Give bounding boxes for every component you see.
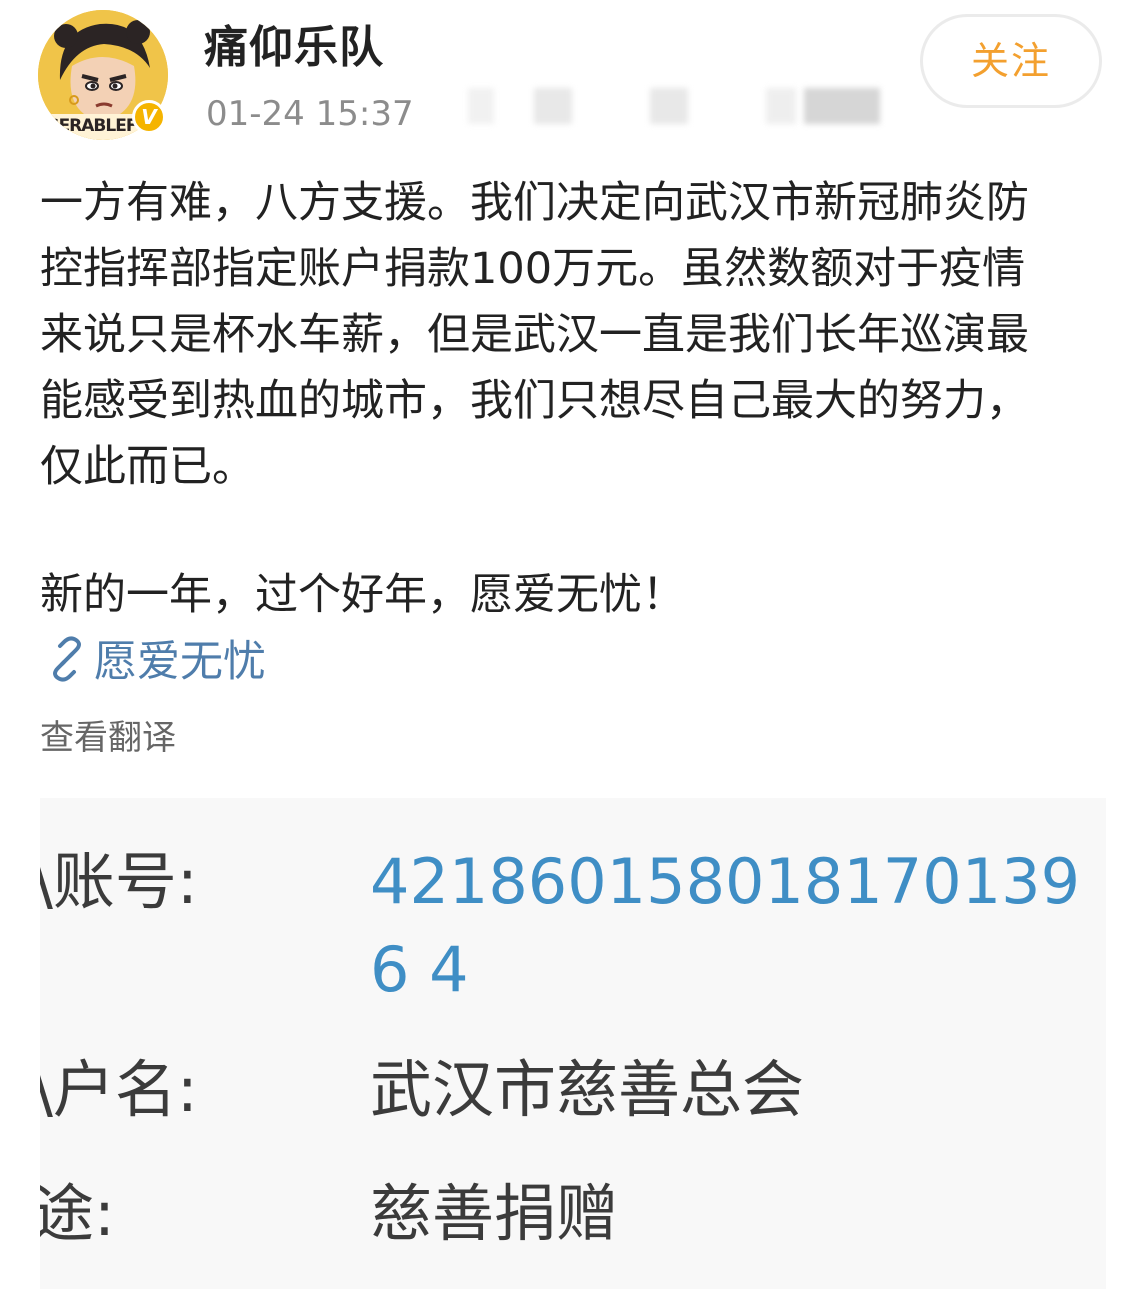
purpose-label: 途:: [40, 1177, 115, 1250]
account-name-value: 武汉市慈善总会: [370, 1053, 805, 1126]
post-closing-line: 新的一年，过个好年，愿爱无忧！: [40, 570, 685, 620]
post-body-line: 来说只是杯水车薪，但是武汉一直是我们长年巡演最: [40, 310, 1029, 360]
post-body-line: 仅此而已。: [40, 442, 255, 492]
post-header: ISERABLEF V 痛仰乐队 01-24 15:37 关注: [0, 0, 1134, 150]
verified-badge-icon: V: [132, 100, 166, 134]
bank-info-card: \账号: 4218601580181701396 4 \户名: 武汉市慈善总会 …: [40, 798, 1106, 1289]
redacted-block: [468, 88, 494, 124]
redacted-block: [534, 88, 572, 124]
post-body: 一方有难，八方支援。我们决定向武汉市新冠肺炎防 控指挥部指定账户捐款100万元。…: [40, 170, 1110, 628]
redacted-block: [650, 88, 688, 124]
account-label: \账号:: [40, 845, 198, 918]
translate-button[interactable]: 查看翻译: [40, 714, 176, 762]
post-body-line: 控指挥部指定账户捐款100万元。虽然数额对于疫情: [40, 244, 1026, 294]
topic-link[interactable]: 愿爱无忧: [44, 632, 266, 692]
avatar-caption: ISERABLEF: [42, 116, 137, 136]
topic-link-label: 愿爱无忧: [94, 637, 266, 687]
purpose-value: 慈善捐赠: [370, 1177, 619, 1250]
follow-button[interactable]: 关注: [920, 14, 1102, 108]
redacted-block: [804, 88, 880, 124]
redacted-block: [766, 88, 796, 124]
account-name-label: \户名:: [40, 1053, 198, 1126]
post-body-line: 能感受到热血的城市，我们只想尽自己最大的努力，: [40, 376, 1029, 426]
author-name[interactable]: 痛仰乐队: [204, 20, 384, 76]
post-body-line: 一方有难，八方支援。我们决定向武汉市新冠肺炎防: [40, 178, 1029, 228]
link-chain-icon: [53, 636, 81, 682]
post-timestamp: 01-24 15:37: [206, 94, 414, 134]
account-number[interactable]: 4218601580181701396 4: [370, 838, 1106, 1014]
